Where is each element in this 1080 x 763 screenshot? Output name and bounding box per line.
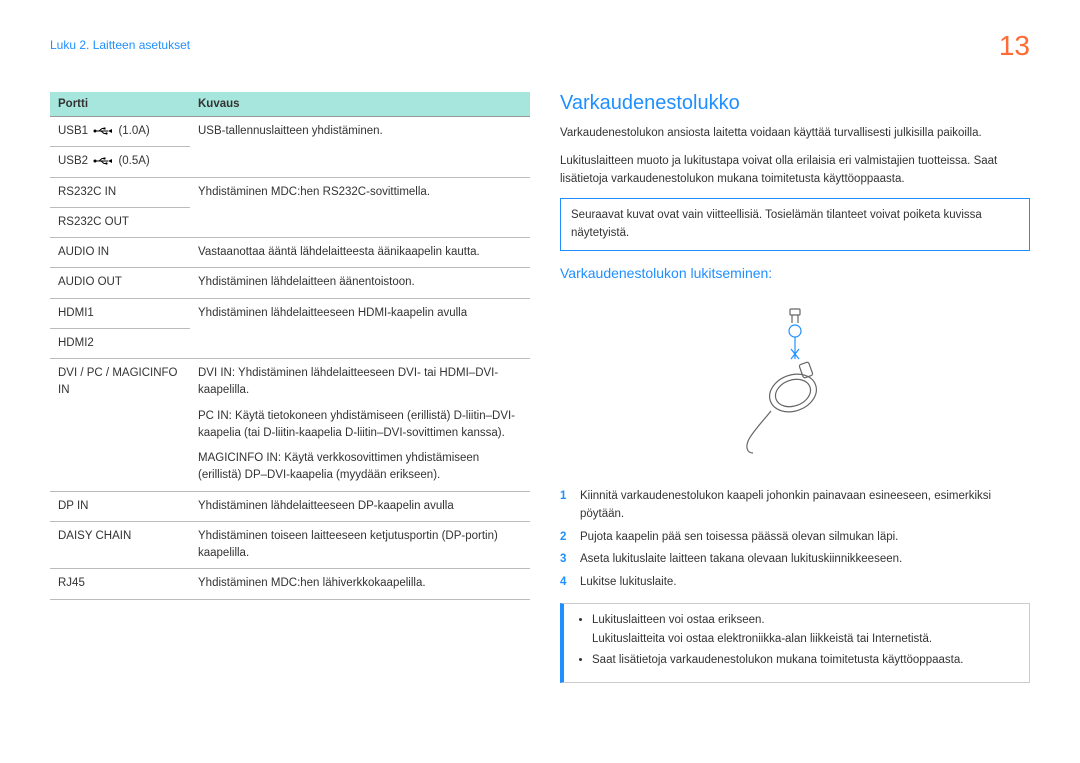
port-cell: RS232C OUT bbox=[50, 207, 190, 237]
desc-text: Yhdistäminen lähdelaitteen äänentoistoon… bbox=[198, 274, 522, 291]
info-box: Lukituslaitteen voi ostaa erikseen. Lukit… bbox=[560, 603, 1030, 683]
sub-heading: Varkaudenestolukon lukitseminen: bbox=[560, 265, 1030, 281]
table-row: AUDIO OUT Yhdistäminen lähdelaitteen ääne… bbox=[50, 268, 530, 298]
desc-text: MAGICINFO IN: Käytä verkkosovittimen yhd… bbox=[198, 450, 522, 485]
desc-cell: Vastaanottaa ääntä lähdelaitteesta äänik… bbox=[190, 238, 530, 268]
step-text: Lukitse lukituslaite. bbox=[580, 573, 677, 591]
table-row: USB1 (1.0A) USB-tallennuslaitteen yhdistä… bbox=[50, 117, 530, 147]
port-cell: HDMI2 bbox=[50, 328, 190, 358]
desc-cell: Yhdistäminen lähdelaitteeseen DP-kaapeli… bbox=[190, 491, 530, 521]
port-cell: DAISY CHAIN bbox=[50, 521, 190, 569]
desc-text: PC IN: Käytä tietokoneen yhdistämiseen (… bbox=[198, 408, 522, 443]
port-cell: USB1 (1.0A) bbox=[50, 117, 190, 147]
table-row: HDMI1 Yhdistäminen lähdelaitteeseen HDMI-… bbox=[50, 298, 530, 328]
lock-icon bbox=[735, 301, 855, 461]
th-port: Portti bbox=[50, 92, 190, 117]
th-desc: Kuvaus bbox=[190, 92, 530, 117]
desc-cell: Yhdistäminen toiseen laitteeseen ketjutu… bbox=[190, 521, 530, 569]
desc-text: Yhdistäminen lähdelaitteeseen HDMI-kaape… bbox=[198, 305, 522, 322]
port-cell: HDMI1 bbox=[50, 298, 190, 328]
step-item: 2 Pujota kaapelin pää sen toisessa päässä… bbox=[560, 528, 1030, 546]
right-column: Varkaudenestolukko Varkaudenestolukon an… bbox=[560, 92, 1030, 683]
info-item: Lukituslaitteen voi ostaa erikseen. Lukit… bbox=[592, 612, 1017, 649]
note-box: Seuraavat kuvat ovat vain viitteellisiä.… bbox=[560, 198, 1030, 251]
step-text: Pujota kaapelin pää sen toisessa päässä … bbox=[580, 528, 898, 546]
step-number: 2 bbox=[560, 528, 572, 546]
table-row: RJ45 Yhdistäminen MDC:hen lähiverkkokaape… bbox=[50, 569, 530, 599]
step-number: 1 bbox=[560, 487, 572, 524]
info-item: Saat lisätietoja varkaudenestolukon muka… bbox=[592, 652, 1017, 669]
section-heading: Varkaudenestolukko bbox=[560, 92, 1030, 115]
page-header: Luku 2. Laitteen asetukset 13 bbox=[50, 30, 1030, 62]
lock-illustration bbox=[560, 291, 1030, 471]
left-column: Portti Kuvaus USB1 (1.0A) USB-tallennusla… bbox=[50, 92, 530, 683]
desc-cell: Yhdistäminen MDC:hen lähiverkkokaapelill… bbox=[190, 569, 530, 599]
desc-cell: Yhdistäminen lähdelaitteen äänentoistoon… bbox=[190, 268, 530, 298]
step-number: 4 bbox=[560, 573, 572, 591]
desc-text: Vastaanottaa ääntä lähdelaitteesta äänik… bbox=[198, 244, 522, 261]
page-number: 13 bbox=[999, 30, 1030, 62]
table-row: RS232C IN Yhdistäminen MDC:hen RS232C-sov… bbox=[50, 177, 530, 207]
port-cell: AUDIO OUT bbox=[50, 268, 190, 298]
desc-text: Yhdistäminen lähdelaitteeseen DP-kaapeli… bbox=[198, 498, 522, 515]
body-text: Varkaudenestolukon ansiosta laitetta voi… bbox=[560, 125, 1030, 143]
desc-text: DVI IN: Yhdistäminen lähdelaitteeseen DV… bbox=[198, 365, 522, 400]
table-row: DAISY CHAINYhdistäminen toiseen laittees… bbox=[50, 521, 530, 569]
port-cell: DVI / PC / MAGICINFO IN bbox=[50, 359, 190, 492]
step-text: Aseta lukituslaite laitteen takana oleva… bbox=[580, 550, 902, 568]
table-row: DVI / PC / MAGICINFO INDVI IN: Yhdistämi… bbox=[50, 359, 530, 492]
desc-cell: Yhdistäminen MDC:hen RS232C-sovittimella… bbox=[190, 177, 530, 238]
desc-text: Yhdistäminen MDC:hen lähiverkkokaapelill… bbox=[198, 575, 522, 592]
port-cell: USB2 (0.5A) bbox=[50, 147, 190, 177]
table-row: AUDIO IN Vastaanottaa ääntä lähdelaittees… bbox=[50, 238, 530, 268]
step-number: 3 bbox=[560, 550, 572, 568]
info-text: Lukituslaitteita voi ostaa elektroniikka… bbox=[592, 631, 1017, 648]
desc-cell: DVI IN: Yhdistäminen lähdelaitteeseen DV… bbox=[190, 359, 530, 492]
port-table: Portti Kuvaus USB1 (1.0A) USB-tallennusla… bbox=[50, 92, 530, 600]
port-cell: DP IN bbox=[50, 491, 190, 521]
step-text: Kiinnitä varkaudenestolukon kaapeli joho… bbox=[580, 487, 1030, 524]
breadcrumb: Luku 2. Laitteen asetukset bbox=[50, 38, 190, 52]
steps-list: 1Kiinnitä varkaudenestolukon kaapeli joh… bbox=[560, 487, 1030, 591]
body-text: Lukituslaitteen muoto ja lukitustapa voi… bbox=[560, 153, 1030, 189]
table-row: DP IN Yhdistäminen lähdelaitteeseen DP-ka… bbox=[50, 491, 530, 521]
desc-text: USB-tallennuslaitteen yhdistäminen. bbox=[198, 123, 522, 140]
port-cell: RJ45 bbox=[50, 569, 190, 599]
desc-text: Yhdistäminen toiseen laitteeseen ketjutu… bbox=[198, 528, 522, 563]
step-item: 4 Lukitse lukituslaite. bbox=[560, 573, 1030, 591]
port-cell: RS232C IN bbox=[50, 177, 190, 207]
step-item: 1Kiinnitä varkaudenestolukon kaapeli joh… bbox=[560, 487, 1030, 524]
port-cell: AUDIO IN bbox=[50, 238, 190, 268]
step-item: 3 Aseta lukituslaite laitteen takana olev… bbox=[560, 550, 1030, 568]
content-columns: Portti Kuvaus USB1 (1.0A) USB-tallennusla… bbox=[50, 92, 1030, 683]
info-text: Lukituslaitteen voi ostaa erikseen. bbox=[592, 612, 1017, 629]
desc-cell: USB-tallennuslaitteen yhdistäminen. bbox=[190, 117, 530, 178]
desc-cell: Yhdistäminen lähdelaitteeseen HDMI-kaape… bbox=[190, 298, 530, 359]
desc-text: Yhdistäminen MDC:hen RS232C-sovittimella… bbox=[198, 184, 522, 201]
